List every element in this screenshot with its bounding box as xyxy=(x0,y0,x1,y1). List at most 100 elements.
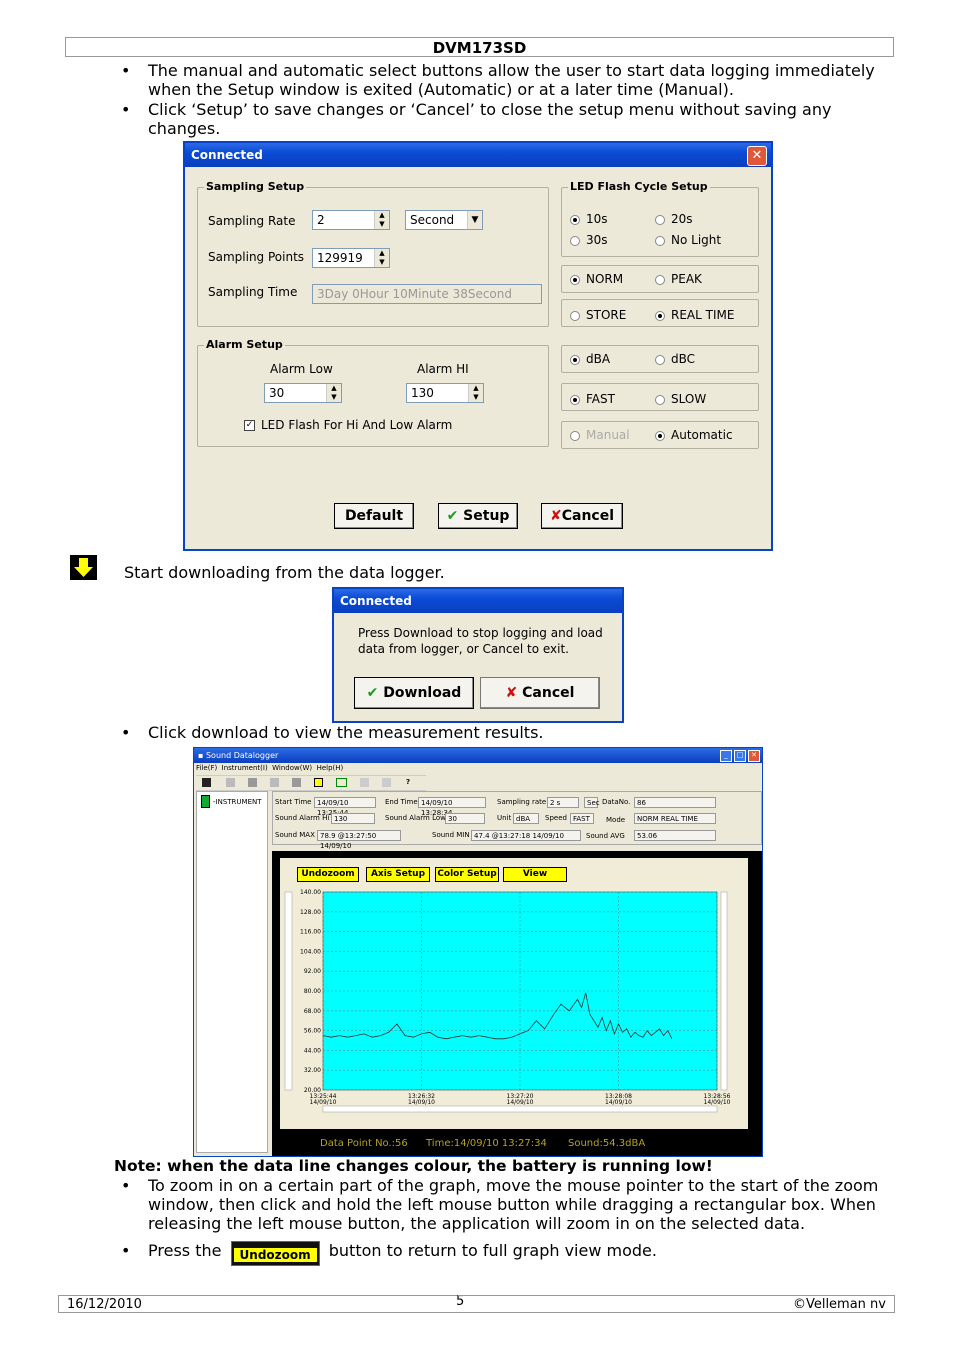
close-icon[interactable]: ✕ xyxy=(747,146,767,166)
stop-icon[interactable] xyxy=(292,778,301,787)
chart-panel: Undozoom Axis Setup Color Setup View 20.… xyxy=(280,858,748,1129)
line-chart[interactable]: 20.0032.0044.0056.0068.0080.0092.00104.0… xyxy=(280,858,748,1129)
spin-arrows-icon[interactable]: ▲ ▼ xyxy=(374,249,389,267)
info-panel: Start Time 14/09/10 13:25:44 End Time 14… xyxy=(272,791,762,850)
radio-manual[interactable]: Manual xyxy=(570,428,630,442)
setup-icon[interactable] xyxy=(270,778,279,787)
rate-label: Sampling rate xyxy=(497,798,547,806)
bullet-dot: • xyxy=(121,61,131,80)
alarm-hi-input[interactable]: 130 ▲ ▼ xyxy=(406,383,484,403)
sampling-time-label: Sampling Time xyxy=(208,285,298,299)
scrollbar-vertical xyxy=(720,891,728,1091)
y-tick-label: 56.00 xyxy=(304,1028,321,1035)
menu-file[interactable]: File(F) xyxy=(196,764,217,772)
menu-help[interactable]: Help(H) xyxy=(317,764,344,772)
chart-frame: Undozoom Axis Setup Color Setup View 20.… xyxy=(272,851,762,1156)
menu-instrument[interactable]: Instrument(I) xyxy=(222,764,268,772)
maximize-icon[interactable]: □ xyxy=(734,750,746,762)
connect-icon[interactable] xyxy=(248,778,257,787)
sampling-points-input[interactable]: 129919 ▲ ▼ xyxy=(312,248,390,268)
unit-label: Unit xyxy=(497,814,512,822)
close-icon[interactable]: ✕ xyxy=(748,750,760,762)
table-icon[interactable] xyxy=(336,778,347,787)
download-button[interactable]: ✔ Download xyxy=(354,677,474,709)
sampling-time-field: 3Day 0Hour 10Minute 38Second xyxy=(312,284,542,304)
radio-10s[interactable]: 10s xyxy=(570,212,608,226)
radio-dba[interactable]: dBA xyxy=(570,352,610,366)
radio-icon xyxy=(655,354,665,365)
setup-dialog-body: Sampling Setup Sampling Rate 2 ▲ ▼ Second ▼… xyxy=(185,167,771,549)
bullet-view-results: • Click download to view the measurement… xyxy=(121,723,544,742)
radio-store[interactable]: STORE xyxy=(570,308,626,322)
spin-arrows-icon[interactable]: ▲ ▼ xyxy=(326,384,341,402)
y-tick-label: 68.00 xyxy=(304,1008,321,1015)
led-flash-legend: LED Flash Cycle Setup xyxy=(568,180,710,193)
download-step-text: Start downloading from the data logger. xyxy=(124,563,445,582)
radio-real-time[interactable]: REAL TIME xyxy=(655,308,734,322)
sampling-points-label: Sampling Points xyxy=(208,250,305,264)
sampling-unit-select[interactable]: Second ▼ xyxy=(405,210,483,230)
download-icon[interactable] xyxy=(314,778,323,787)
bullet-dot: • xyxy=(121,100,131,119)
scrollbar-left xyxy=(284,891,293,1091)
radio-no-light[interactable]: No Light xyxy=(655,233,721,247)
x-icon: ✘ xyxy=(549,508,562,524)
y-tick-label: 32.00 xyxy=(304,1067,321,1074)
y-tick-label: 92.00 xyxy=(304,968,321,975)
cancel-button[interactable]: ✘Cancel xyxy=(541,503,623,529)
cancel-download-button[interactable]: ✘ Cancel xyxy=(480,677,600,709)
bullet-undozoom: • Press the Undozoom button to return to… xyxy=(121,1241,888,1266)
radio-norm[interactable]: NORM xyxy=(570,272,623,286)
setup-button[interactable]: ✔ Setup xyxy=(438,503,518,529)
bullet-dot: • xyxy=(121,1241,131,1260)
radio-icon xyxy=(570,214,580,225)
radio-icon xyxy=(570,394,580,405)
radio-icon xyxy=(570,430,580,441)
status-sound: Sound:54.3dBA xyxy=(568,1138,646,1149)
footer-date: 16/12/2010 xyxy=(58,1295,458,1313)
scrollbar-horizontal xyxy=(322,1105,718,1113)
chevron-down-icon[interactable]: ▼ xyxy=(467,211,482,229)
save-icon[interactable] xyxy=(202,778,211,787)
download-dialog-message: Press Download to stop logging and load … xyxy=(358,626,603,656)
setup-dialog-title: Connected xyxy=(191,148,263,162)
max-label: Sound MAX xyxy=(275,831,315,839)
led-flash-checkbox[interactable]: ✓ LED Flash For Hi And Low Alarm xyxy=(244,418,452,432)
open-icon[interactable] xyxy=(226,778,235,787)
bullet-dot: • xyxy=(121,723,131,742)
minimize-icon[interactable]: _ xyxy=(720,750,732,762)
radio-slow[interactable]: SLOW xyxy=(655,392,706,406)
radio-fast[interactable]: FAST xyxy=(570,392,615,406)
datano-field: 86 xyxy=(634,797,716,808)
print-icon[interactable] xyxy=(382,778,391,787)
radio-icon xyxy=(655,394,665,405)
speed-group: FAST SLOW xyxy=(561,383,759,411)
spin-arrows-icon[interactable]: ▲ ▼ xyxy=(468,384,483,402)
radio-20s[interactable]: 20s xyxy=(655,212,693,226)
alarm-low-label: Sound Alarm Low xyxy=(385,814,446,822)
download-dialog-body: Press Download to stop logging and load … xyxy=(334,613,622,721)
start-time-field: 14/09/10 13:25:44 xyxy=(314,797,376,817)
radio-icon xyxy=(570,354,580,365)
tree-item-instrument[interactable]: -INSTRUMENT xyxy=(213,798,262,806)
menu-window[interactable]: Window(W) xyxy=(272,764,312,772)
help-icon[interactable]: ? xyxy=(406,778,410,786)
checkmark-icon: ✔ xyxy=(366,685,379,701)
start-mode-group: Manual Automatic xyxy=(561,421,759,449)
radio-automatic[interactable]: Automatic xyxy=(655,428,733,442)
export-icon[interactable] xyxy=(360,778,369,787)
instrument-tree: -INSTRUMENT xyxy=(196,791,268,1153)
default-button[interactable]: Default xyxy=(334,503,414,529)
x-icon: ✘ xyxy=(505,685,518,701)
radio-dbc[interactable]: dBC xyxy=(655,352,695,366)
alarm-low-input[interactable]: 30 ▲ ▼ xyxy=(264,383,342,403)
radio-peak[interactable]: PEAK xyxy=(655,272,702,286)
datano-label: DataNo. xyxy=(602,798,631,806)
spin-arrows-icon[interactable]: ▲ ▼ xyxy=(374,211,389,229)
rate-unit-select[interactable]: Sec xyxy=(584,797,600,808)
end-time-label: End Time xyxy=(385,798,418,806)
sampling-rate-input[interactable]: 2 ▲ ▼ xyxy=(312,210,390,230)
radio-30s[interactable]: 30s xyxy=(570,233,608,247)
bullet-zoom: • To zoom in on a certain part of the gr… xyxy=(121,1176,879,1233)
alarm-low-label: Alarm Low xyxy=(270,362,333,376)
